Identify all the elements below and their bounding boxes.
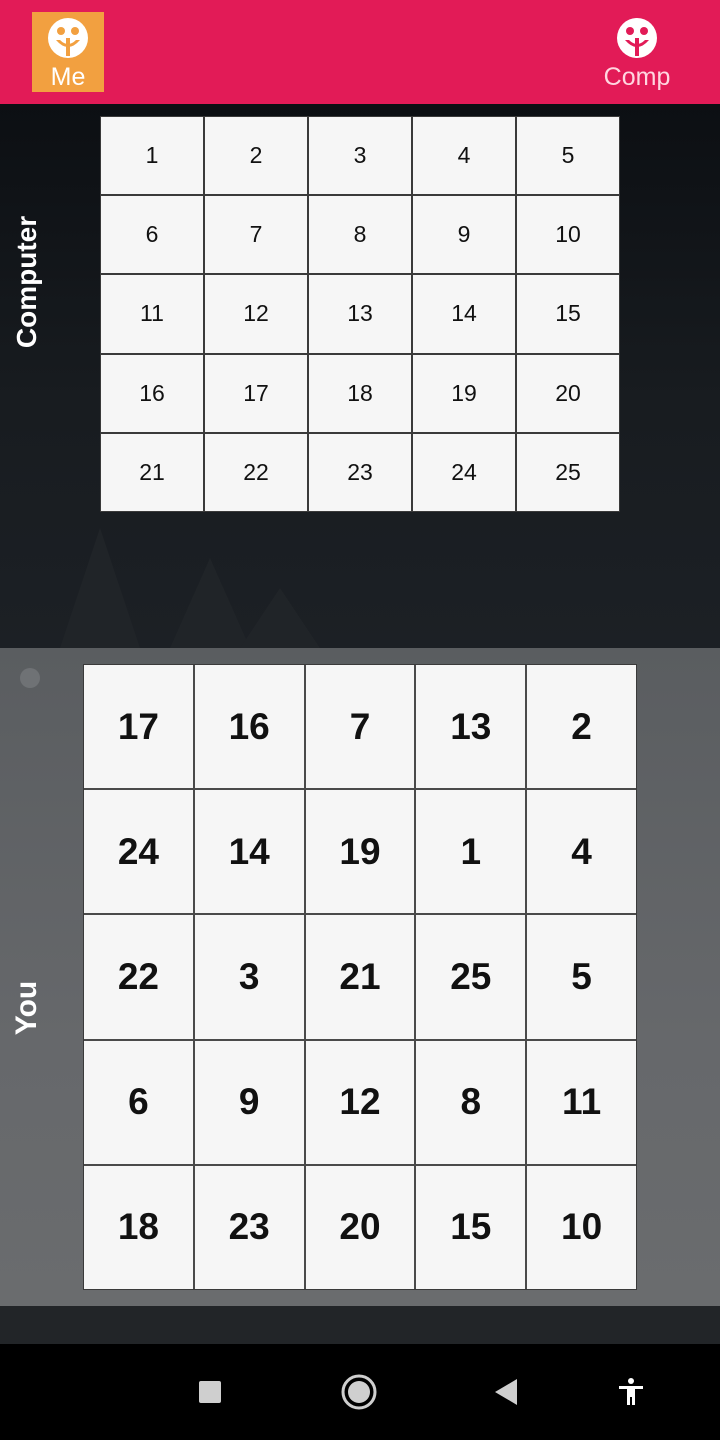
computer-board-cell[interactable]: 2 bbox=[205, 117, 307, 195]
accessibility-icon bbox=[619, 1378, 643, 1405]
recent-apps-icon bbox=[199, 1381, 221, 1403]
player-board-cell[interactable]: 16 bbox=[194, 665, 304, 789]
player-board-cell[interactable]: 13 bbox=[416, 665, 526, 789]
smiley-icon bbox=[617, 18, 657, 58]
background-decoration bbox=[60, 528, 140, 648]
player-board-cell[interactable]: 8 bbox=[416, 1040, 526, 1164]
player-board-cell[interactable]: 24 bbox=[84, 790, 193, 914]
player-board-cell[interactable]: 12 bbox=[305, 1040, 415, 1164]
top-app-bar: Me Comp bbox=[0, 0, 720, 104]
player-board-cell[interactable]: 9 bbox=[194, 1040, 304, 1164]
home-button[interactable] bbox=[319, 1344, 399, 1440]
computer-board-cell[interactable]: 18 bbox=[309, 354, 411, 432]
player-board-cell[interactable]: 22 bbox=[84, 915, 193, 1039]
player-tab-comp[interactable]: Comp bbox=[598, 12, 676, 92]
computer-board-cell[interactable]: 5 bbox=[517, 117, 619, 195]
computer-board-cell[interactable]: 23 bbox=[309, 433, 411, 511]
background-decoration bbox=[20, 668, 40, 688]
system-navigation-bar bbox=[0, 1344, 720, 1440]
player-board-grid: 17 16 7 13 2 24 14 19 1 4 22 3 21 25 5 6 9 12 8 11 18 23 20 15 1… bbox=[83, 664, 637, 1290]
computer-board-cell[interactable]: 12 bbox=[205, 275, 307, 353]
player-board-cell[interactable]: 18 bbox=[84, 1165, 193, 1289]
player-board-cell[interactable]: 14 bbox=[194, 790, 304, 914]
computer-board-cell[interactable]: 3 bbox=[309, 117, 411, 195]
computer-board-cell[interactable]: 7 bbox=[205, 196, 307, 274]
back-button[interactable] bbox=[466, 1344, 546, 1440]
player-board-cell[interactable]: 5 bbox=[527, 915, 636, 1039]
computer-board-cell[interactable]: 11 bbox=[101, 275, 203, 353]
computer-board-cell[interactable]: 6 bbox=[101, 196, 203, 274]
home-icon bbox=[341, 1374, 377, 1410]
recent-apps-button[interactable] bbox=[170, 1344, 250, 1440]
player-board-cell[interactable]: 3 bbox=[194, 915, 304, 1039]
smiley-icon bbox=[48, 18, 88, 58]
player-board-cell[interactable]: 2 bbox=[527, 665, 636, 789]
player-tab-comp-label: Comp bbox=[603, 63, 671, 91]
player-board-cell[interactable]: 25 bbox=[416, 915, 526, 1039]
computer-board-label: Computer bbox=[11, 215, 42, 349]
computer-board-cell[interactable]: 19 bbox=[413, 354, 515, 432]
player-board-cell[interactable]: 4 bbox=[527, 790, 636, 914]
player-board-cell[interactable]: 10 bbox=[527, 1165, 636, 1289]
player-board-cell[interactable]: 23 bbox=[194, 1165, 304, 1289]
computer-board-cell[interactable]: 14 bbox=[413, 275, 515, 353]
player-board-label: You bbox=[10, 980, 43, 1036]
background-decoration bbox=[240, 588, 320, 648]
computer-board-cell[interactable]: 10 bbox=[517, 196, 619, 274]
player-board-cell[interactable]: 21 bbox=[305, 915, 415, 1039]
computer-board-cell[interactable]: 15 bbox=[517, 275, 619, 353]
back-icon bbox=[495, 1379, 517, 1405]
computer-board-cell[interactable]: 21 bbox=[101, 433, 203, 511]
player-tab-me-label: Me bbox=[50, 63, 86, 91]
player-board-cell[interactable]: 11 bbox=[527, 1040, 636, 1164]
computer-board-cell[interactable]: 9 bbox=[413, 196, 515, 274]
computer-board-cell[interactable]: 22 bbox=[205, 433, 307, 511]
player-board-cell[interactable]: 20 bbox=[305, 1165, 415, 1289]
computer-board-cell[interactable]: 1 bbox=[101, 117, 203, 195]
player-board-cell[interactable]: 19 bbox=[305, 790, 415, 914]
computer-board-cell[interactable]: 8 bbox=[309, 196, 411, 274]
player-tab-me[interactable]: Me bbox=[32, 12, 104, 92]
computer-board-cell[interactable]: 16 bbox=[101, 354, 203, 432]
player-board-cell[interactable]: 17 bbox=[84, 665, 193, 789]
player-board-cell[interactable]: 7 bbox=[305, 665, 415, 789]
computer-board-cell[interactable]: 17 bbox=[205, 354, 307, 432]
background-decoration bbox=[170, 558, 250, 648]
accessibility-button[interactable] bbox=[591, 1344, 671, 1440]
computer-board-cell[interactable]: 4 bbox=[413, 117, 515, 195]
computer-board-cell[interactable]: 24 bbox=[413, 433, 515, 511]
computer-board-cell[interactable]: 13 bbox=[309, 275, 411, 353]
player-board-cell[interactable]: 6 bbox=[84, 1040, 193, 1164]
bottom-strip bbox=[0, 1306, 720, 1344]
computer-board-cell[interactable]: 25 bbox=[517, 433, 619, 511]
computer-board-cell[interactable]: 20 bbox=[517, 354, 619, 432]
computer-board-grid: 1 2 3 4 5 6 7 8 9 10 11 12 13 14 15 16 17 18 19 20 21 22 23 24 2… bbox=[100, 116, 620, 512]
player-board-cell[interactable]: 1 bbox=[416, 790, 526, 914]
player-board-cell[interactable]: 15 bbox=[416, 1165, 526, 1289]
